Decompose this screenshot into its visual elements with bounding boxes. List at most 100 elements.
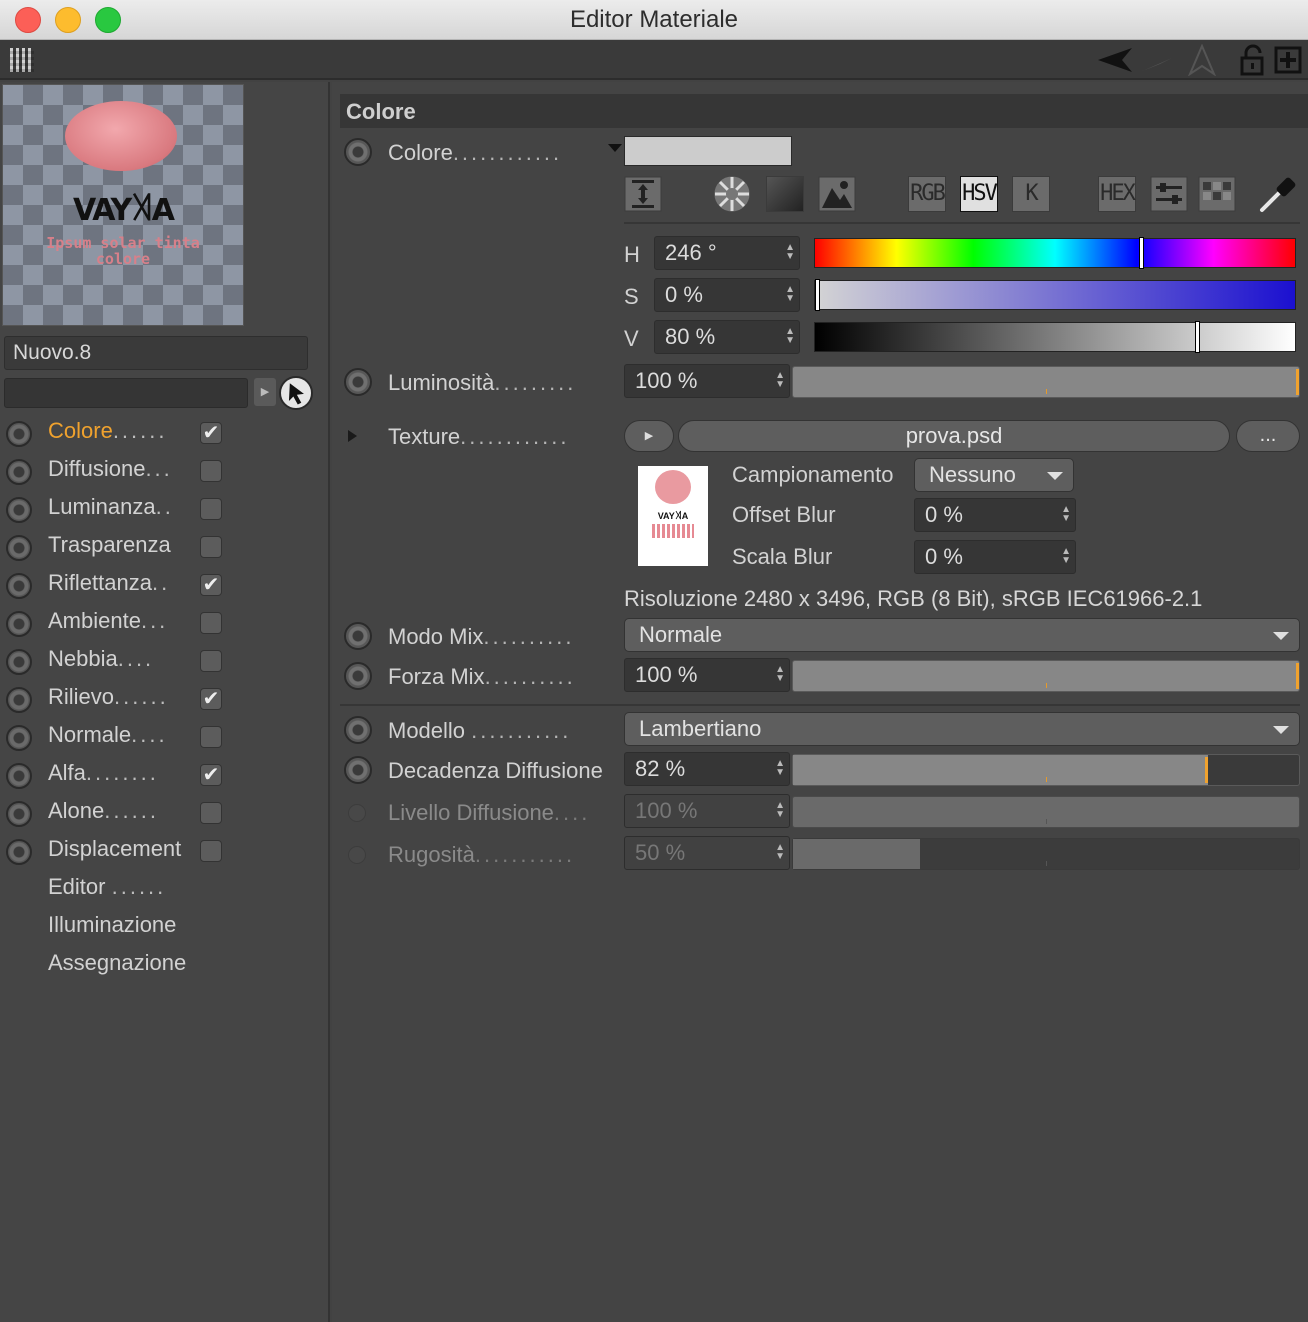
decadenza-animate-radio[interactable] (344, 756, 372, 784)
texture-browse-button[interactable]: ... (1236, 420, 1300, 452)
saturation-spinner-icon[interactable]: ▲ ▼ (785, 285, 795, 304)
channel-item-diffusione[interactable]: Diffusione... (0, 452, 330, 490)
value-slider-handle[interactable] (1195, 321, 1200, 353)
scala-blur-spinner-icon[interactable]: ▲ ▼ (1061, 547, 1071, 566)
channel-animate-radio[interactable] (6, 459, 32, 485)
channel-animate-radio[interactable] (6, 649, 32, 675)
channel-animate-radio[interactable] (6, 421, 32, 447)
offset-blur-spinner-icon[interactable]: ▲ ▼ (1061, 505, 1071, 524)
luminosita-field[interactable]: 100 % ▲ ▼ (624, 364, 790, 398)
hue-field[interactable]: 246 ° ▲ ▼ (654, 236, 800, 270)
channel-item-alone[interactable]: Alone...... (0, 794, 330, 832)
channel-animate-radio[interactable] (6, 725, 32, 751)
texture-options-button[interactable]: ▶ (624, 420, 674, 452)
channel-filter-field[interactable] (4, 378, 248, 408)
channel-enable-checkbox[interactable]: ✔ (200, 764, 222, 786)
value-spinner-icon[interactable]: ▲ ▼ (785, 327, 795, 346)
swatch-grid-icon[interactable] (1198, 176, 1236, 212)
channel-item-alfa[interactable]: Alfa........ ✔ (0, 756, 330, 794)
hue-slider-handle[interactable] (1139, 237, 1144, 269)
channel-animate-radio[interactable] (6, 687, 32, 713)
mode-button-rgb[interactable]: RGB (908, 176, 946, 212)
decadenza-slider-handle[interactable] (1205, 757, 1208, 783)
decadenza-field[interactable]: 82 % ▲ ▼ (624, 752, 790, 786)
channel-item-trasparenza[interactable]: Trasparenza (0, 528, 330, 566)
forza-mix-slider[interactable] (792, 660, 1300, 692)
mode-button-hsv[interactable]: HSV (960, 176, 998, 212)
channel-item-nebbia[interactable]: Nebbia.... (0, 642, 330, 680)
channel-animate-radio[interactable] (6, 535, 32, 561)
back-arrow-icon[interactable] (1096, 44, 1136, 76)
channel-item-editor[interactable]: Editor ...... (0, 870, 330, 908)
saturation-slider[interactable] (814, 279, 1296, 311)
channel-item-ambiente[interactable]: Ambiente... (0, 604, 330, 642)
channel-item-rilievo[interactable]: Rilievo...... ✔ (0, 680, 330, 718)
channel-animate-radio[interactable] (6, 497, 32, 523)
decadenza-spinner-icon[interactable]: ▲ ▼ (775, 759, 785, 778)
channel-enable-checkbox[interactable] (200, 460, 222, 482)
texture-file-button[interactable]: prova.psd (678, 420, 1230, 452)
material-preview[interactable]: VAY꓀A Ipsum solar tinta colore (2, 84, 244, 326)
channel-animate-radio[interactable] (6, 839, 32, 865)
color-spectrum-icon[interactable] (766, 176, 804, 212)
channel-enable-checkbox[interactable] (200, 840, 222, 862)
eyedropper-icon[interactable] (1256, 172, 1300, 216)
color-picker-toggle-icon[interactable] (624, 176, 662, 212)
luminosita-slider-handle[interactable] (1296, 369, 1299, 395)
channel-item-normale[interactable]: Normale.... (0, 718, 330, 756)
colore-expand-caret[interactable] (608, 144, 622, 152)
hue-slider[interactable] (814, 237, 1296, 269)
channel-item-colore[interactable]: Colore...... ✔ (0, 414, 330, 452)
saturation-field[interactable]: 0 % ▲ ▼ (654, 278, 800, 312)
channel-item-displacement[interactable]: Displacement (0, 832, 330, 870)
offset-blur-field[interactable]: 0 % ▲ ▼ (914, 498, 1076, 532)
channel-enable-checkbox[interactable]: ✔ (200, 422, 222, 444)
forza-mix-animate-radio[interactable] (344, 662, 372, 690)
modo-mix-animate-radio[interactable] (344, 622, 372, 650)
value-slider[interactable] (814, 321, 1296, 353)
texture-expand-arrow-icon[interactable] (348, 430, 357, 442)
new-panel-icon[interactable] (1274, 44, 1302, 76)
scala-blur-field[interactable]: 0 % ▲ ▼ (914, 540, 1076, 574)
luminosita-spinner-icon[interactable]: ▲ ▼ (775, 371, 785, 390)
channel-item-assegnazione[interactable]: Assegnazione (0, 946, 330, 984)
forza-mix-field[interactable]: 100 % ▲ ▼ (624, 658, 790, 692)
forza-mix-spinner-icon[interactable]: ▲ ▼ (775, 665, 785, 684)
color-wheel-icon[interactable] (712, 174, 752, 214)
colore-animate-radio[interactable] (344, 138, 372, 166)
grid-menu-icon[interactable] (10, 48, 34, 72)
campionamento-dropdown[interactable]: Nessuno (914, 458, 1074, 492)
channel-item-luminanza[interactable]: Luminanza.. (0, 490, 330, 528)
material-name-field[interactable]: Nuovo.8 (4, 336, 308, 370)
image-picker-icon[interactable] (818, 176, 856, 212)
forward-arrow-icon[interactable] (1136, 44, 1176, 76)
channel-enable-checkbox[interactable] (200, 726, 222, 748)
texture-thumbnail[interactable]: VAY꓀A (638, 466, 708, 566)
luminosita-slider[interactable] (792, 366, 1300, 398)
decadenza-slider[interactable] (792, 754, 1300, 786)
channel-enable-checkbox[interactable] (200, 802, 222, 824)
channel-animate-radio[interactable] (6, 611, 32, 637)
channel-animate-radio[interactable] (6, 573, 32, 599)
channel-enable-checkbox[interactable] (200, 612, 222, 634)
mode-button-hex[interactable]: HEX (1098, 176, 1136, 212)
modello-dropdown[interactable]: Lambertiano (624, 712, 1300, 746)
forza-mix-slider-handle[interactable] (1296, 663, 1299, 689)
mixer-icon[interactable] (1150, 176, 1188, 212)
channel-item-illuminazione[interactable]: Illuminazione (0, 908, 330, 946)
channel-enable-checkbox[interactable]: ✔ (200, 688, 222, 710)
channel-item-riflettanza[interactable]: Riflettanza.. ✔ (0, 566, 330, 604)
mode-button-k[interactable]: K (1012, 176, 1050, 212)
modo-mix-dropdown[interactable]: Normale (624, 618, 1300, 652)
filter-arrow-button[interactable]: ▶ (254, 378, 276, 406)
lock-icon[interactable] (1238, 44, 1268, 76)
hue-spinner-icon[interactable]: ▲ ▼ (785, 243, 795, 262)
pointer-icon[interactable] (279, 376, 313, 410)
channel-enable-checkbox[interactable] (200, 536, 222, 558)
value-field[interactable]: 80 % ▲ ▼ (654, 320, 800, 354)
luminosita-animate-radio[interactable] (344, 368, 372, 396)
up-arrow-icon[interactable] (1186, 44, 1218, 76)
channel-enable-checkbox[interactable] (200, 498, 222, 520)
channel-animate-radio[interactable] (6, 801, 32, 827)
channel-enable-checkbox[interactable]: ✔ (200, 574, 222, 596)
